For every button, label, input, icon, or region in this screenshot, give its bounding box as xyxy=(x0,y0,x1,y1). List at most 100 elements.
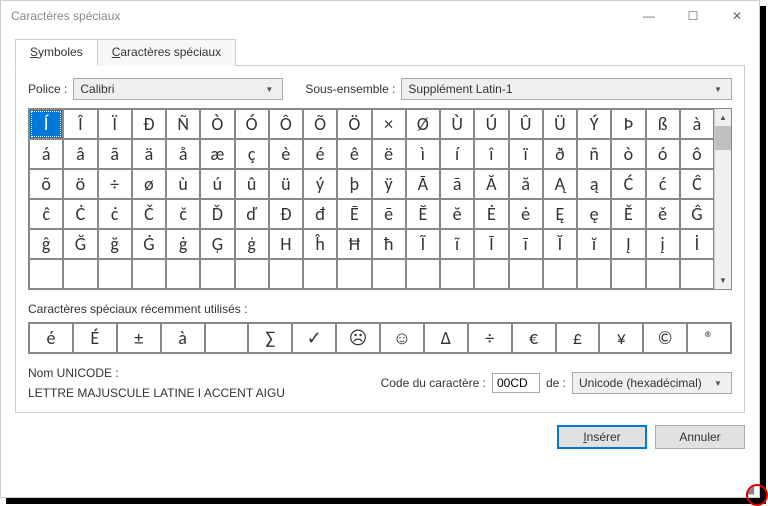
recent-char-cell[interactable]: © xyxy=(643,323,687,353)
recent-char-cell[interactable]: é xyxy=(29,323,73,353)
char-cell[interactable] xyxy=(543,259,577,289)
char-cell[interactable] xyxy=(269,259,303,289)
char-cell[interactable] xyxy=(63,259,97,289)
char-cell[interactable]: å xyxy=(166,139,200,169)
char-cell[interactable]: Ĉ xyxy=(680,169,714,199)
scroll-thumb[interactable] xyxy=(715,126,731,150)
char-cell[interactable] xyxy=(29,259,63,289)
char-cell[interactable]: ċ xyxy=(98,199,132,229)
char-cell[interactable]: ī xyxy=(509,229,543,259)
char-cell[interactable]: û xyxy=(235,169,269,199)
char-cell[interactable]: ë xyxy=(372,139,406,169)
char-cell[interactable]: Ĭ xyxy=(543,229,577,259)
char-cell[interactable] xyxy=(303,259,337,289)
encoding-dropdown[interactable]: Unicode (hexadécimal) ▼ xyxy=(572,372,732,394)
char-cell[interactable] xyxy=(611,259,645,289)
char-cell[interactable]: Ď xyxy=(200,199,234,229)
minimize-button[interactable]: — xyxy=(627,1,671,31)
char-cell[interactable]: ą xyxy=(577,169,611,199)
char-cell[interactable]: ð xyxy=(543,139,577,169)
char-cell[interactable]: Ę xyxy=(543,199,577,229)
char-cell[interactable]: ā xyxy=(440,169,474,199)
char-cell[interactable]: Ĕ xyxy=(406,199,440,229)
char-cell[interactable]: ĥ xyxy=(303,229,337,259)
tab-symbols[interactable]: Symboles xyxy=(15,39,98,66)
char-cell[interactable]: Ò xyxy=(200,109,234,139)
recent-char-cell[interactable]: ÷ xyxy=(468,323,512,353)
char-cell[interactable]: ĩ xyxy=(440,229,474,259)
recent-char-cell[interactable]: ¥ xyxy=(599,323,643,353)
recent-char-cell[interactable]: € xyxy=(512,323,556,353)
char-cell[interactable]: Ě xyxy=(611,199,645,229)
char-cell[interactable]: đ xyxy=(303,199,337,229)
recent-char-cell[interactable]: ® xyxy=(687,323,731,353)
char-cell[interactable]: Ă xyxy=(474,169,508,199)
recent-char-cell[interactable]: à xyxy=(161,323,205,353)
char-cell[interactable]: × xyxy=(372,109,406,139)
char-cell[interactable]: á xyxy=(29,139,63,169)
recent-char-cell[interactable] xyxy=(205,323,249,353)
char-cell[interactable]: õ xyxy=(29,169,63,199)
char-cell[interactable]: Ð xyxy=(132,109,166,139)
char-cell[interactable] xyxy=(474,259,508,289)
char-cell[interactable]: ñ xyxy=(577,139,611,169)
font-dropdown[interactable]: Calibri ▼ xyxy=(73,78,283,100)
char-cell[interactable]: Ĩ xyxy=(406,229,440,259)
char-cell[interactable]: ê xyxy=(337,139,371,169)
char-cell[interactable]: ÷ xyxy=(98,169,132,199)
char-cell[interactable]: ß xyxy=(646,109,680,139)
char-cell[interactable]: İ xyxy=(680,229,714,259)
char-cell[interactable]: ħ xyxy=(372,229,406,259)
char-cell[interactable]: ï xyxy=(509,139,543,169)
char-cell[interactable]: Ñ xyxy=(166,109,200,139)
char-cell[interactable]: ö xyxy=(63,169,97,199)
char-cell[interactable]: Ċ xyxy=(63,199,97,229)
char-cell[interactable] xyxy=(200,259,234,289)
char-cell[interactable]: ĕ xyxy=(440,199,474,229)
recent-char-cell[interactable]: Δ xyxy=(424,323,468,353)
char-cell[interactable]: Ġ xyxy=(132,229,166,259)
char-cell[interactable] xyxy=(98,259,132,289)
recent-char-cell[interactable]: ± xyxy=(117,323,161,353)
char-cell[interactable]: Ĝ xyxy=(680,199,714,229)
char-cell[interactable]: Þ xyxy=(611,109,645,139)
char-cell[interactable]: ă xyxy=(509,169,543,199)
subset-dropdown[interactable]: Supplément Latin-1 ▼ xyxy=(401,78,732,100)
char-cell[interactable]: ĝ xyxy=(29,229,63,259)
char-cell[interactable] xyxy=(577,259,611,289)
char-cell[interactable]: ğ xyxy=(98,229,132,259)
char-cell[interactable]: ē xyxy=(372,199,406,229)
char-cell[interactable]: Í xyxy=(29,109,63,139)
char-cell[interactable] xyxy=(132,259,166,289)
char-cell[interactable] xyxy=(337,259,371,289)
tab-special-chars[interactable]: Caractères spéciaux xyxy=(97,39,236,66)
char-cell[interactable]: į xyxy=(646,229,680,259)
recent-char-cell[interactable]: É xyxy=(73,323,117,353)
char-cell[interactable]: Ī xyxy=(474,229,508,259)
char-cell[interactable]: Ė xyxy=(474,199,508,229)
char-cell[interactable]: Ē xyxy=(337,199,371,229)
scroll-track[interactable] xyxy=(715,150,731,272)
char-cell[interactable]: î xyxy=(474,139,508,169)
char-cell[interactable]: ď xyxy=(235,199,269,229)
char-cell[interactable] xyxy=(166,259,200,289)
char-cell[interactable]: ĉ xyxy=(29,199,63,229)
char-cell[interactable]: à xyxy=(680,109,714,139)
char-cell[interactable]: Ó xyxy=(235,109,269,139)
char-cell[interactable]: ô xyxy=(680,139,714,169)
char-cell[interactable]: é xyxy=(303,139,337,169)
char-cell[interactable]: ü xyxy=(269,169,303,199)
char-cell[interactable]: ę xyxy=(577,199,611,229)
char-cell[interactable]: í xyxy=(440,139,474,169)
char-cell[interactable]: â xyxy=(63,139,97,169)
char-cell[interactable]: ć xyxy=(646,169,680,199)
char-cell[interactable]: ä xyxy=(132,139,166,169)
char-cell[interactable] xyxy=(680,259,714,289)
char-cell[interactable]: ė xyxy=(509,199,543,229)
char-cell[interactable]: Ĥ xyxy=(269,229,303,259)
char-cell[interactable]: ç xyxy=(235,139,269,169)
char-cell[interactable]: Û xyxy=(509,109,543,139)
char-cell[interactable]: ģ xyxy=(235,229,269,259)
char-code-input[interactable] xyxy=(492,373,540,393)
char-cell[interactable] xyxy=(509,259,543,289)
